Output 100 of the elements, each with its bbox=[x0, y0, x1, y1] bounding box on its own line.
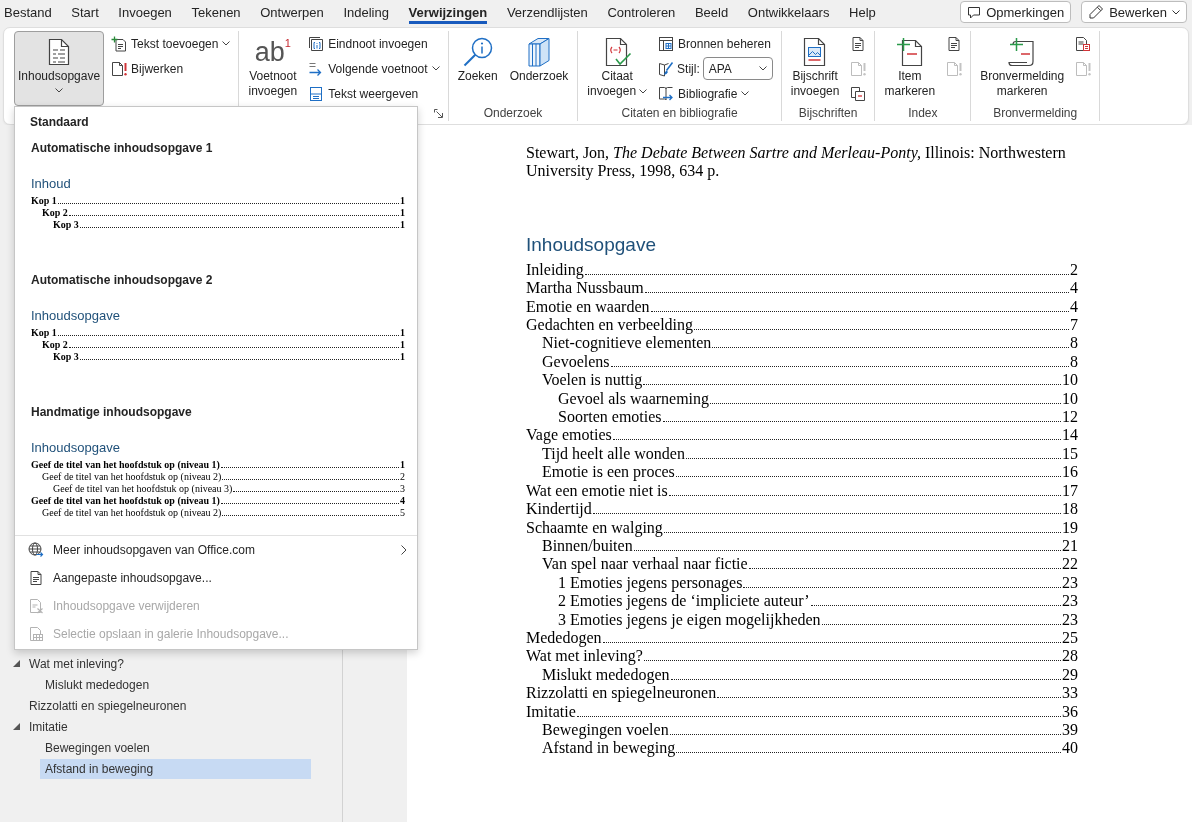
page-number: 18 bbox=[1062, 500, 1078, 519]
editing-button[interactable]: Bewerken bbox=[1081, 1, 1187, 23]
preview-page-number: 1 bbox=[400, 351, 405, 363]
document-plus-icon bbox=[895, 37, 924, 67]
documents-icon[interactable] bbox=[850, 85, 867, 102]
toc-entry: Mislukt mededogen bbox=[542, 665, 670, 685]
gallery-item-title[interactable]: Automatische inhoudsopgave 1 bbox=[31, 139, 213, 157]
page-number: 19 bbox=[1062, 518, 1078, 537]
toc-entry: Inleiding bbox=[526, 260, 584, 280]
toc-entry: Rizzolatti en spiegelneuronen bbox=[526, 684, 717, 703]
page-number: 23 bbox=[1062, 573, 1078, 593]
style-label: Stijl: bbox=[677, 61, 700, 76]
page-number: 28 bbox=[1062, 647, 1078, 666]
table-of-contents-button[interactable]: Inhoudsopgave bbox=[14, 31, 105, 106]
document-icon[interactable] bbox=[1075, 35, 1092, 52]
ribbon-tab[interactable]: Indeling bbox=[333, 0, 399, 25]
insert-endnote-button[interactable]: Eindnoot invoegen bbox=[305, 31, 443, 56]
preview-page-number: 1 bbox=[400, 459, 405, 471]
toc-entry: Mededogen bbox=[526, 628, 602, 648]
document-icon bbox=[28, 570, 44, 586]
preview-page-number: 5 bbox=[400, 507, 405, 519]
toc-heading: Inhoudsopgave bbox=[526, 232, 656, 257]
toc-entry: Niet-cognitieve elementen bbox=[542, 334, 712, 353]
add-text-button[interactable]: Tekst toevoegen bbox=[108, 31, 234, 56]
comments-button[interactable]: Opmerkingen bbox=[960, 1, 1072, 23]
document-x-icon bbox=[28, 598, 44, 614]
group-label: Bijschriften bbox=[798, 106, 858, 121]
insert-caption-button[interactable]: Bijschrift invoegen bbox=[786, 31, 844, 106]
page-number: 15 bbox=[1062, 444, 1078, 464]
gallery-item-title[interactable]: Automatische inhoudsopgave 2 bbox=[31, 271, 213, 289]
page-number: 23 bbox=[1062, 592, 1078, 611]
ribbon-tab[interactable]: Controleren bbox=[597, 0, 686, 25]
group-label: Index bbox=[908, 106, 938, 121]
bibliography-button[interactable]: Bibliografie bbox=[655, 81, 776, 106]
toc-entry: Schaamte en walging bbox=[526, 518, 663, 537]
preview-page-number: 1 bbox=[400, 219, 405, 231]
preview-entry: Kop 1 bbox=[31, 327, 57, 339]
toc-entry: Emotie is een proces bbox=[542, 463, 675, 482]
ribbon-tab[interactable]: Verzendlijsten bbox=[497, 0, 598, 25]
ribbon-tab[interactable]: Help bbox=[839, 0, 886, 25]
mark-entry-button[interactable]: Item markeren bbox=[880, 31, 940, 106]
ribbon-tab[interactable]: Beeld bbox=[685, 0, 738, 25]
preview-page-number: 1 bbox=[400, 195, 405, 207]
search-button[interactable]: Zoeken bbox=[453, 31, 502, 106]
research-button[interactable]: Onderzoek bbox=[505, 31, 573, 106]
insert-citation-button[interactable]: Citaat invoegen bbox=[583, 31, 652, 106]
ribbon-tab[interactable]: Bestand bbox=[0, 0, 62, 25]
preview-entry: Kop 3 bbox=[53, 219, 79, 231]
insert-footnote-button[interactable]: ab$^{1}$ Voetnoot invoegen bbox=[244, 31, 302, 106]
triangle-icon[interactable] bbox=[13, 723, 20, 730]
toc-entry: 2 Emoties jegens de ‘impliciete auteur’ bbox=[558, 592, 810, 611]
preview-entry: Kop 1 bbox=[31, 195, 57, 207]
ribbon-tab[interactable]: Ontwerpen bbox=[250, 0, 334, 25]
navigation-heading[interactable]: Imitatie bbox=[24, 716, 311, 737]
mark-citation-button[interactable]: Bronvermelding markeren bbox=[976, 31, 1069, 106]
page-number: 7 bbox=[1070, 316, 1078, 335]
navigation-heading[interactable]: Afstand in beweging bbox=[40, 758, 311, 779]
toc-entry: 1 Emoties jegens personages bbox=[558, 573, 743, 593]
page-number: 4 bbox=[1070, 297, 1078, 317]
toc-entry: 3 Emoties jegens je eigen mogelijkheden bbox=[558, 610, 821, 629]
page-number: 36 bbox=[1062, 702, 1078, 721]
next-footnote-button[interactable]: Volgende voetnoot bbox=[305, 56, 443, 81]
ribbon-tab[interactable]: Ontwikkelaars bbox=[738, 0, 840, 25]
triangle-icon[interactable] bbox=[13, 660, 20, 667]
toc-entry: Gevoel als waarneming bbox=[558, 389, 710, 409]
page-number: 2 bbox=[1070, 260, 1078, 280]
navigation-heading[interactable]: Bewegingen voelen bbox=[40, 737, 311, 758]
navigation-heading[interactable]: Mislukt mededogen bbox=[40, 674, 311, 695]
caret-icon bbox=[758, 66, 767, 71]
show-notes-button[interactable]: Tekst weergeven bbox=[305, 81, 443, 106]
preview-entry: Geef de titel van het hoofdstuk op (niveau 3) bbox=[53, 483, 233, 495]
toc-entry: Imitatie bbox=[526, 702, 576, 721]
menu-item[interactable]: Meer inhoudsopgaven van Office.com bbox=[15, 536, 417, 564]
gallery-item-title[interactable]: Handmatige inhoudsopgave bbox=[31, 403, 192, 421]
toc-entry: Wat een emotie niet is bbox=[526, 481, 668, 501]
preview-page-number: 1 bbox=[400, 327, 405, 339]
preview-heading: Inhoudsopgave bbox=[31, 439, 120, 457]
search-icon bbox=[462, 37, 493, 67]
preview-entry: Geef de titel van het hoofdstuk op (niveau 1) bbox=[31, 459, 220, 471]
menu-item[interactable]: Aangepaste inhoudsopgave... bbox=[15, 564, 417, 592]
corner-arrow-icon[interactable] bbox=[433, 109, 443, 119]
navigation-heading[interactable]: Wat met inleving? bbox=[24, 653, 311, 674]
page-number: 21 bbox=[1062, 536, 1078, 556]
preview-entry: Kop 2 bbox=[42, 207, 68, 219]
style-select[interactable]: APA bbox=[702, 57, 773, 80]
document-icon[interactable] bbox=[946, 35, 963, 52]
ribbon-tab[interactable]: Tekenen bbox=[181, 0, 251, 25]
ribbon-tab[interactable]: Verwijzingen bbox=[398, 0, 498, 25]
manage-sources-button[interactable]: Bronnen beheren bbox=[655, 31, 776, 56]
document-icon[interactable] bbox=[850, 35, 867, 52]
update-table-button[interactable]: Bijwerken bbox=[108, 56, 234, 81]
document-grid-icon bbox=[28, 626, 44, 642]
document-stack-icon bbox=[308, 35, 325, 52]
toc-entry: Kindertijd bbox=[526, 500, 592, 519]
page-number: 39 bbox=[1062, 720, 1078, 740]
page-number: 8 bbox=[1070, 334, 1078, 353]
navigation-heading[interactable]: Rizzolatti en spiegelneuronen bbox=[24, 695, 311, 716]
ribbon-tab[interactable]: Start bbox=[61, 0, 109, 25]
page-number: 4 bbox=[1070, 279, 1078, 298]
ribbon-tab[interactable]: Invoegen bbox=[108, 0, 182, 25]
